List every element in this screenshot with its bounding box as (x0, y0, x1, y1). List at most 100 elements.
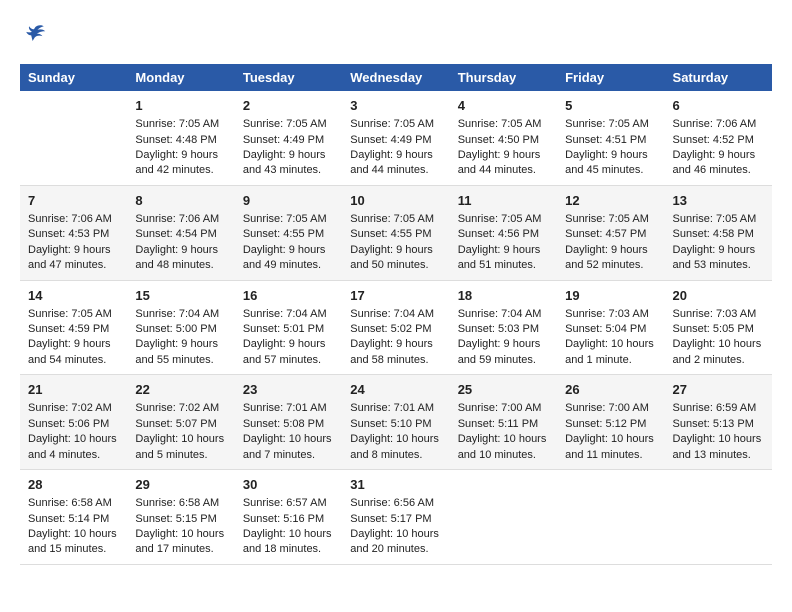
daylight-text: Daylight: 10 hours and 13 minutes. (673, 432, 764, 463)
column-header-wednesday: Wednesday (342, 64, 449, 91)
calendar-week-row: 28Sunrise: 6:58 AMSunset: 5:14 PMDayligh… (20, 470, 772, 565)
sunrise-text: Sunrise: 7:05 AM (458, 212, 549, 227)
day-number: 12 (565, 192, 656, 210)
calendar-cell: 22Sunrise: 7:02 AMSunset: 5:07 PMDayligh… (127, 375, 234, 470)
calendar-cell: 8Sunrise: 7:06 AMSunset: 4:54 PMDaylight… (127, 185, 234, 280)
sunrise-text: Sunrise: 7:06 AM (673, 117, 764, 132)
calendar-cell: 28Sunrise: 6:58 AMSunset: 5:14 PMDayligh… (20, 470, 127, 565)
sunrise-text: Sunrise: 7:04 AM (350, 307, 441, 322)
daylight-text: Daylight: 9 hours and 53 minutes. (673, 243, 764, 274)
calendar-week-row: 14Sunrise: 7:05 AMSunset: 4:59 PMDayligh… (20, 280, 772, 375)
sunset-text: Sunset: 4:56 PM (458, 227, 549, 242)
sunrise-text: Sunrise: 7:01 AM (350, 401, 441, 416)
sunset-text: Sunset: 4:49 PM (350, 133, 441, 148)
day-number: 13 (673, 192, 764, 210)
calendar-header-row: SundayMondayTuesdayWednesdayThursdayFrid… (20, 64, 772, 91)
sunset-text: Sunset: 4:55 PM (350, 227, 441, 242)
daylight-text: Daylight: 9 hours and 59 minutes. (458, 337, 549, 368)
calendar-cell: 2Sunrise: 7:05 AMSunset: 4:49 PMDaylight… (235, 91, 342, 185)
sunrise-text: Sunrise: 7:00 AM (458, 401, 549, 416)
sunset-text: Sunset: 5:02 PM (350, 322, 441, 337)
calendar-cell: 10Sunrise: 7:05 AMSunset: 4:55 PMDayligh… (342, 185, 449, 280)
sunset-text: Sunset: 4:55 PM (243, 227, 334, 242)
sunset-text: Sunset: 5:00 PM (135, 322, 226, 337)
day-number: 29 (135, 476, 226, 494)
sunrise-text: Sunrise: 7:05 AM (458, 117, 549, 132)
logo-bird-icon (20, 20, 48, 48)
sunset-text: Sunset: 5:11 PM (458, 417, 549, 432)
day-number: 2 (243, 97, 334, 115)
calendar-cell: 30Sunrise: 6:57 AMSunset: 5:16 PMDayligh… (235, 470, 342, 565)
sunset-text: Sunset: 5:15 PM (135, 512, 226, 527)
sunset-text: Sunset: 5:01 PM (243, 322, 334, 337)
daylight-text: Daylight: 9 hours and 44 minutes. (458, 148, 549, 179)
sunrise-text: Sunrise: 6:58 AM (135, 496, 226, 511)
calendar-cell: 15Sunrise: 7:04 AMSunset: 5:00 PMDayligh… (127, 280, 234, 375)
day-number: 3 (350, 97, 441, 115)
sunrise-text: Sunrise: 7:04 AM (458, 307, 549, 322)
sunrise-text: Sunrise: 6:58 AM (28, 496, 119, 511)
calendar-cell: 27Sunrise: 6:59 AMSunset: 5:13 PMDayligh… (665, 375, 772, 470)
day-number: 25 (458, 381, 549, 399)
daylight-text: Daylight: 10 hours and 4 minutes. (28, 432, 119, 463)
day-number: 5 (565, 97, 656, 115)
sunset-text: Sunset: 5:12 PM (565, 417, 656, 432)
sunset-text: Sunset: 5:16 PM (243, 512, 334, 527)
calendar-week-row: 1Sunrise: 7:05 AMSunset: 4:48 PMDaylight… (20, 91, 772, 185)
calendar-cell: 5Sunrise: 7:05 AMSunset: 4:51 PMDaylight… (557, 91, 664, 185)
daylight-text: Daylight: 9 hours and 54 minutes. (28, 337, 119, 368)
day-number: 18 (458, 287, 549, 305)
daylight-text: Daylight: 9 hours and 48 minutes. (135, 243, 226, 274)
daylight-text: Daylight: 9 hours and 52 minutes. (565, 243, 656, 274)
calendar-cell: 17Sunrise: 7:04 AMSunset: 5:02 PMDayligh… (342, 280, 449, 375)
sunrise-text: Sunrise: 7:01 AM (243, 401, 334, 416)
calendar-week-row: 7Sunrise: 7:06 AMSunset: 4:53 PMDaylight… (20, 185, 772, 280)
calendar-cell: 31Sunrise: 6:56 AMSunset: 5:17 PMDayligh… (342, 470, 449, 565)
daylight-text: Daylight: 9 hours and 44 minutes. (350, 148, 441, 179)
daylight-text: Daylight: 9 hours and 57 minutes. (243, 337, 334, 368)
column-header-monday: Monday (127, 64, 234, 91)
sunrise-text: Sunrise: 7:03 AM (565, 307, 656, 322)
sunset-text: Sunset: 4:52 PM (673, 133, 764, 148)
day-number: 14 (28, 287, 119, 305)
sunset-text: Sunset: 5:10 PM (350, 417, 441, 432)
sunset-text: Sunset: 4:58 PM (673, 227, 764, 242)
calendar-cell: 25Sunrise: 7:00 AMSunset: 5:11 PMDayligh… (450, 375, 557, 470)
calendar-cell: 12Sunrise: 7:05 AMSunset: 4:57 PMDayligh… (557, 185, 664, 280)
calendar-cell: 21Sunrise: 7:02 AMSunset: 5:06 PMDayligh… (20, 375, 127, 470)
sunset-text: Sunset: 5:13 PM (673, 417, 764, 432)
sunrise-text: Sunrise: 7:06 AM (28, 212, 119, 227)
page-header (20, 20, 772, 48)
column-header-sunday: Sunday (20, 64, 127, 91)
sunrise-text: Sunrise: 7:05 AM (673, 212, 764, 227)
calendar-cell: 7Sunrise: 7:06 AMSunset: 4:53 PMDaylight… (20, 185, 127, 280)
sunset-text: Sunset: 4:49 PM (243, 133, 334, 148)
calendar-cell: 1Sunrise: 7:05 AMSunset: 4:48 PMDaylight… (127, 91, 234, 185)
sunset-text: Sunset: 5:05 PM (673, 322, 764, 337)
daylight-text: Daylight: 10 hours and 15 minutes. (28, 527, 119, 558)
day-number: 20 (673, 287, 764, 305)
daylight-text: Daylight: 9 hours and 58 minutes. (350, 337, 441, 368)
sunrise-text: Sunrise: 7:04 AM (243, 307, 334, 322)
sunset-text: Sunset: 4:53 PM (28, 227, 119, 242)
sunrise-text: Sunrise: 7:05 AM (565, 212, 656, 227)
daylight-text: Daylight: 10 hours and 20 minutes. (350, 527, 441, 558)
calendar-cell: 3 Sunrise: 7:05 AMSunset: 4:49 PMDaylight… (342, 91, 449, 185)
daylight-text: Daylight: 10 hours and 17 minutes. (135, 527, 226, 558)
sunrise-text: Sunrise: 7:05 AM (135, 117, 226, 132)
sunrise-text: Sunrise: 6:57 AM (243, 496, 334, 511)
day-number: 21 (28, 381, 119, 399)
sunset-text: Sunset: 5:04 PM (565, 322, 656, 337)
calendar-cell (557, 470, 664, 565)
day-number: 4 (458, 97, 549, 115)
sunrise-text: Sunrise: 7:05 AM (350, 117, 441, 132)
sunrise-text: Sunrise: 7:04 AM (135, 307, 226, 322)
calendar-cell (450, 470, 557, 565)
calendar-cell: 19Sunrise: 7:03 AMSunset: 5:04 PMDayligh… (557, 280, 664, 375)
sunset-text: Sunset: 5:03 PM (458, 322, 549, 337)
logo (20, 20, 52, 48)
day-number: 22 (135, 381, 226, 399)
calendar-cell: 6Sunrise: 7:06 AMSunset: 4:52 PMDaylight… (665, 91, 772, 185)
daylight-text: Daylight: 10 hours and 8 minutes. (350, 432, 441, 463)
sunrise-text: Sunrise: 6:59 AM (673, 401, 764, 416)
